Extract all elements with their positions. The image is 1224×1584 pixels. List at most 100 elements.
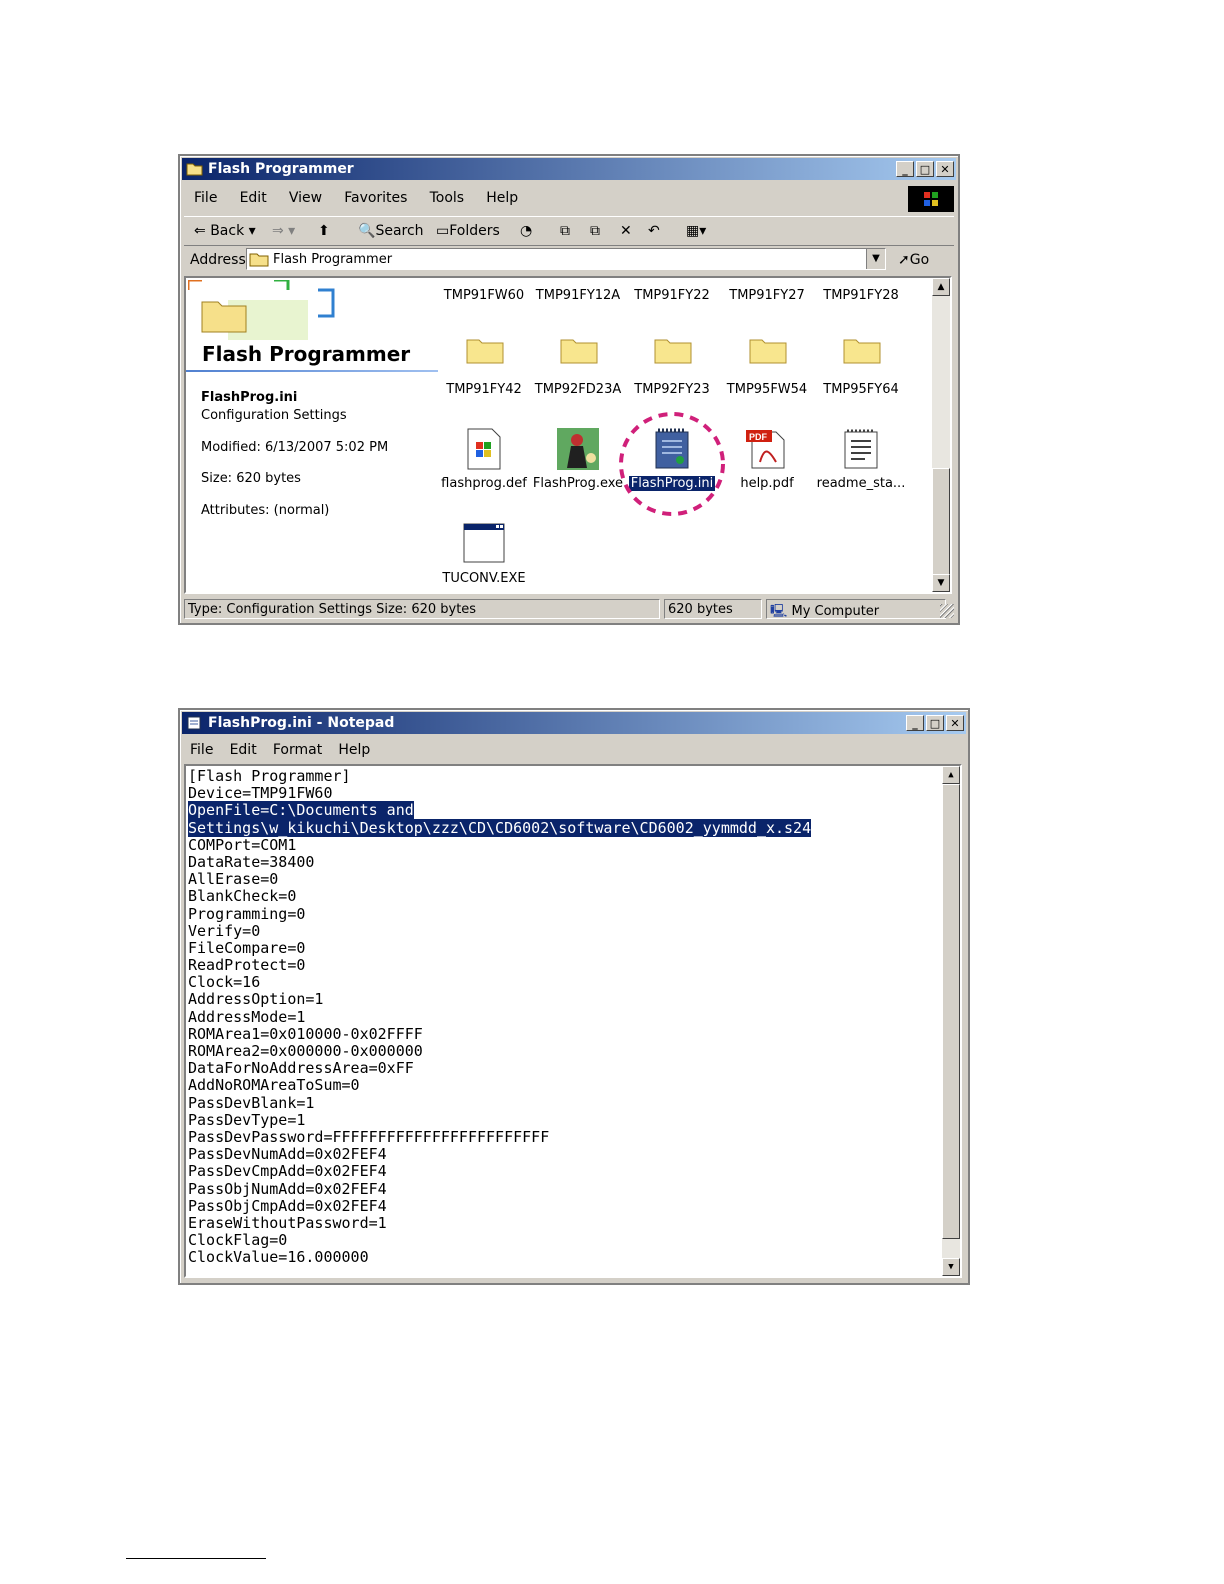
scroll-down-button[interactable]: ▼	[932, 574, 950, 592]
file-item[interactable]: readme_sta...	[813, 428, 909, 492]
footnote-rule	[126, 1558, 266, 1559]
text-line: AddressOption=1	[188, 990, 324, 1009]
file-attributes: Attributes: (normal)	[201, 503, 330, 518]
folder-banner-icon	[188, 280, 348, 340]
forward-button[interactable]: ⇒ ▾	[272, 223, 295, 239]
modified-date: Modified: 6/13/2007 5:02 PM	[201, 440, 389, 455]
text-line: ClockFlag=0	[188, 1231, 288, 1250]
explorer-titlebar[interactable]: Flash Programmer _ □ ✕	[182, 158, 956, 180]
text-editor-area[interactable]: [Flash Programmer] Device=TMP91FW60 Open…	[184, 764, 962, 1278]
file-item[interactable]: FlashProg.exe	[530, 428, 626, 492]
folder-item[interactable]: TMP92FD23A	[530, 334, 626, 398]
title-underline	[186, 370, 438, 372]
menu-favorites[interactable]: Favorites	[344, 190, 407, 206]
folder-icon	[560, 339, 598, 364]
maximize-button[interactable]: □	[926, 715, 944, 731]
back-button[interactable]: ⇐ Back ▾	[194, 223, 256, 239]
menu-edit[interactable]: Edit	[240, 190, 267, 206]
folder-label[interactable]: TMP91FY28	[813, 288, 909, 303]
status-type: Type: Configuration Settings Size: 620 b…	[184, 599, 660, 619]
menu-file[interactable]: File	[194, 190, 217, 206]
text-line: PassObjCmpAdd=0x02FEF4	[188, 1196, 387, 1215]
exe-app-icon	[557, 428, 599, 470]
file-item[interactable]: PDF help.pdf	[719, 428, 815, 492]
windows-logo-icon	[908, 186, 954, 212]
scroll-down-button[interactable]: ▼	[942, 1258, 960, 1276]
address-dropdown-button[interactable]: ▼	[866, 249, 885, 269]
resize-grip-icon[interactable]	[940, 604, 954, 618]
text-line: Device=TMP91FW60	[188, 784, 333, 803]
notepad-titlebar[interactable]: FlashProg.ini - Notepad _ □ ✕	[182, 712, 966, 734]
folder-label[interactable]: TMP91FY27	[719, 288, 815, 303]
menu-help[interactable]: Help	[486, 190, 518, 206]
text-line: AddNoROMAreaToSum=0	[188, 1076, 360, 1095]
close-button[interactable]: ✕	[936, 161, 954, 177]
undo-icon[interactable]: ↶	[648, 223, 660, 239]
text-line: EraseWithoutPassword=1	[188, 1213, 387, 1232]
address-input[interactable]: Flash Programmer ▼	[246, 248, 886, 270]
file-size: Size: 620 bytes	[201, 471, 301, 486]
folder-item[interactable]: TMP95FY64	[813, 334, 909, 398]
move-to-icon[interactable]: ⧉	[560, 223, 570, 239]
folder-item[interactable]: TMP95FW54	[719, 334, 815, 398]
text-line: Clock=16	[188, 973, 261, 992]
menubar: File Edit View Favorites Tools Help	[194, 190, 536, 212]
address-bar: Address Flash Programmer ▼ ➚Go	[184, 246, 954, 274]
menu-view[interactable]: View	[289, 190, 322, 206]
explorer-window: Flash Programmer _ □ ✕ File Edit View Fa…	[178, 154, 960, 625]
history-icon[interactable]: ◔	[520, 223, 532, 239]
text-content: [Flash Programmer] Device=TMP91FW60 Open…	[188, 767, 812, 1266]
copy-to-icon[interactable]: ⧉	[590, 223, 600, 239]
scroll-up-button[interactable]: ▲	[942, 766, 960, 784]
text-line: [Flash Programmer]	[188, 767, 351, 785]
file-item[interactable]: TUCONV.EXE	[436, 523, 532, 587]
toolbar: ⇐ Back ▾ ⇒ ▾ ⬆ 🔍Search ▭Folders ◔ ⧉ ⧉ ✕ …	[184, 216, 954, 246]
window-title: FlashProg.ini - Notepad	[208, 715, 395, 731]
window-title: Flash Programmer	[208, 161, 354, 177]
maximize-button[interactable]: □	[916, 161, 934, 177]
views-icon[interactable]: ▦▾	[686, 223, 706, 239]
text-line: BlankCheck=0	[188, 887, 297, 906]
text-line: PassDevPassword=FFFFFFFFFFFFFFFFFFFFFFFF	[188, 1127, 550, 1146]
folder-label[interactable]: TMP91FY12A	[530, 288, 626, 303]
text-line: ReadProtect=0	[188, 956, 306, 975]
folder-label[interactable]: TMP91FW60	[436, 288, 532, 303]
delete-icon[interactable]: ✕	[620, 223, 632, 239]
status-zone: 🖳 My Computer	[766, 599, 946, 619]
folders-button[interactable]: ▭Folders	[436, 223, 500, 239]
close-button[interactable]: ✕	[946, 715, 964, 731]
text-line: PassDevBlank=1	[188, 1093, 315, 1112]
menu-edit[interactable]: Edit	[230, 742, 257, 758]
def-file-icon	[467, 428, 501, 470]
folder-item[interactable]: TMP92FY23	[624, 334, 720, 398]
highlight-circle	[619, 412, 725, 516]
scroll-up-button[interactable]: ▲	[932, 278, 950, 296]
up-folder-icon[interactable]: ⬆	[318, 223, 330, 239]
text-line: DataForNoAddressArea=0xFF	[188, 1059, 414, 1078]
text-line: ROMArea2=0x000000-0x000000	[188, 1042, 423, 1060]
text-line: Programming=0	[188, 904, 306, 923]
file-item[interactable]: flashprog.def	[436, 428, 532, 492]
menu-format[interactable]: Format	[273, 742, 322, 758]
search-button[interactable]: 🔍Search	[358, 223, 424, 239]
minimize-button[interactable]: _	[906, 715, 924, 731]
scroll-thumb[interactable]	[932, 468, 950, 576]
minimize-button[interactable]: _	[896, 161, 914, 177]
status-bar: Type: Configuration Settings Size: 620 b…	[184, 598, 954, 620]
folder-label[interactable]: TMP91FY22	[624, 288, 720, 303]
selected-file-type: Configuration Settings	[201, 408, 347, 423]
scroll-thumb[interactable]	[942, 784, 960, 1239]
menu-tools[interactable]: Tools	[430, 190, 465, 206]
notepad-window: FlashProg.ini - Notepad _ □ ✕ File Edit …	[178, 708, 970, 1285]
vertical-scrollbar[interactable]: ▲ ▼	[932, 278, 950, 592]
go-button[interactable]: ➚Go	[898, 252, 929, 268]
side-panel-title: Flash Programmer	[202, 342, 411, 366]
text-line: FileCompare=0	[188, 938, 306, 957]
menu-help[interactable]: Help	[338, 742, 370, 758]
selected-text: Settings\w_kikuchi\Desktop\zzz\CD\CD6002…	[188, 818, 812, 837]
my-computer-icon: 🖳	[770, 604, 788, 619]
vertical-scrollbar[interactable]: ▲ ▼	[942, 766, 960, 1276]
folder-item[interactable]: TMP91FY42	[436, 334, 532, 398]
menu-file[interactable]: File	[190, 742, 213, 758]
text-line: ROMArea1=0x010000-0x02FFFF	[188, 1024, 423, 1043]
